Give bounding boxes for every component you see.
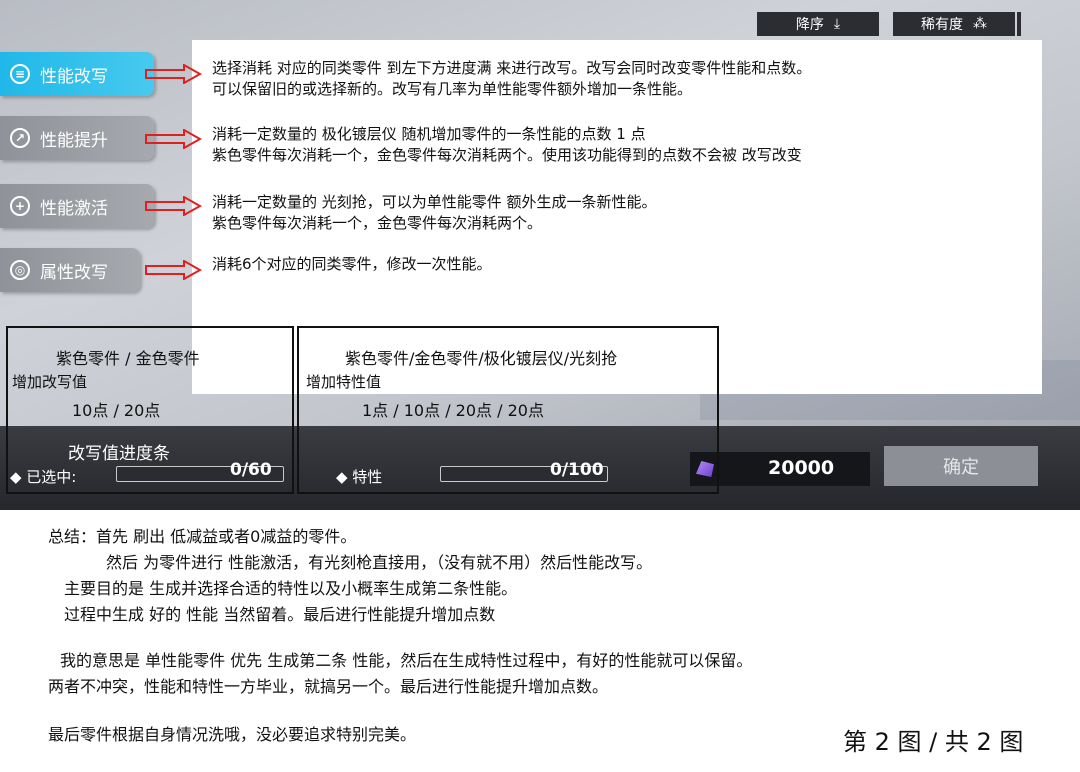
tab-performance-rewrite[interactable]: ≡ 性能改写 (0, 52, 154, 96)
note-attribute: 消耗6个对应的同类零件，修改一次性能。 (212, 254, 492, 275)
upgrade-icon: ↗ (10, 128, 30, 148)
box-mid-values: 1点 / 10点 / 20点 / 20点 (362, 401, 544, 420)
sort-rarity-label: 稀有度 (921, 17, 963, 33)
note-rewrite: 选择消耗 对应的同类零件 到左下方进度满 来进行改写。改写会同时改变零件性能和点… (212, 58, 811, 100)
box-left-sub: 增加改写值 (12, 373, 88, 391)
note-upgrade: 消耗一定数量的 极化镀层仪 随机增加零件的一条性能的点数 1 点 紫色零件每次消… (212, 124, 802, 166)
sort-order-label: 降序 (795, 17, 824, 33)
tab-label: 性能激活 (40, 198, 108, 219)
summary-line: 两者不冲突，性能和特性一方毕业，就搞另一个。最后进行性能提升增加点数。 (48, 677, 609, 696)
currency-value: 20000 (768, 457, 835, 479)
note-activate: 消耗一定数量的 光刻抢，可以为单性能零件 额外生成一条新性能。 紫色零件每次消耗… (212, 192, 657, 234)
sort-rarity-button[interactable]: 稀有度 ⁂ (893, 12, 1021, 36)
game-screenshot: 降序 ⤓ 稀有度 ⁂ ≡ 性能改写 ↗ 性能提升 + 性能激活 ◎ 属性改写 选… (0, 0, 1080, 510)
tab-performance-activate[interactable]: + 性能激活 (0, 184, 154, 228)
activate-icon: + (10, 196, 30, 216)
summary-line: 主要目的是 生成并选择合适的特性以及小概率生成第二条性能。 (64, 579, 518, 598)
tab-attribute-rewrite[interactable]: ◎ 属性改写 (0, 248, 140, 292)
download-arrow-icon: ⤓ (833, 16, 841, 32)
note-line: 可以保留旧的或选择新的。改写有几率为单性能零件额外增加一条性能。 (212, 80, 693, 98)
red-arrow-icon (145, 260, 202, 280)
summary-line: 然后 为零件进行 性能激活，有光刻枪直接用，（没有就不用）然后性能改写。 (106, 553, 653, 572)
box-left-caption: 改写值进度条 (68, 444, 170, 464)
note-line: 选择消耗 对应的同类零件 到左下方进度满 来进行改写。改写会同时改变零件性能和点… (212, 59, 812, 77)
red-arrow-icon (145, 64, 202, 84)
sort-order-button[interactable]: 降序 ⤓ (757, 12, 879, 36)
summary-line: 最后零件根据自身情况洗哦，没必要追求特别完美。 (48, 725, 417, 744)
summary-line: 我的意思是 单性能零件 优先 生成第二条 性能，然后在生成特性过程中，有好的性能… (60, 651, 753, 670)
note-line: 消耗一定数量的 光刻抢，可以为单性能零件 额外生成一条新性能。 (212, 193, 657, 211)
tab-label: 性能提升 (40, 130, 108, 151)
note-line: 消耗6个对应的同类零件，修改一次性能。 (212, 255, 492, 273)
tab-label: 属性改写 (40, 262, 108, 283)
rewrite-icon: ≡ (10, 64, 30, 84)
summary-line: 总结：首先 刷出 低减益或者0减益的零件。 (48, 527, 357, 546)
red-arrow-icon (145, 129, 202, 149)
triangle-cluster-icon: ⁂ (973, 16, 987, 32)
red-arrow-icon (145, 196, 202, 216)
sort-edge (1017, 12, 1021, 36)
page-indicator: 第 2 图 / 共 2 图 (843, 728, 1024, 756)
tab-performance-upgrade[interactable]: ↗ 性能提升 (0, 116, 154, 160)
note-line: 紫色零件每次消耗一个，金色零件每次消耗两个。 (212, 214, 543, 232)
tab-label: 性能改写 (40, 66, 108, 87)
note-line: 紫色零件每次消耗一个，金色零件每次消耗两个。使用该功能得到的点数不会被 改写改变 (212, 146, 802, 164)
box-mid-sub: 增加特性值 (306, 373, 382, 391)
summary-line: 过程中生成 好的 性能 当然留着。最后进行性能提升增加点数 (64, 605, 496, 624)
box-left-header: 紫色零件 / 金色零件 (56, 349, 200, 368)
attribute-icon: ◎ (10, 260, 30, 280)
box-left-values: 10点 / 20点 (72, 401, 161, 420)
box-mid-header: 紫色零件/金色零件/极化镀层仪/光刻抢 (345, 349, 618, 368)
confirm-button[interactable]: 确定 (884, 446, 1038, 486)
note-line: 消耗一定数量的 极化镀层仪 随机增加零件的一条性能的点数 1 点 (212, 125, 646, 143)
